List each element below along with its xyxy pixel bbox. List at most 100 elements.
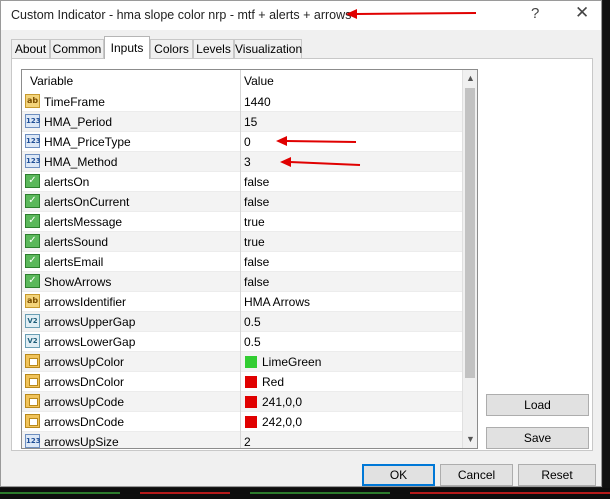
color-swatch — [245, 356, 257, 368]
variable-name: alertsOn — [44, 175, 90, 189]
help-button[interactable]: ? — [531, 5, 539, 22]
variable-value[interactable]: true — [244, 235, 265, 249]
color-icon — [25, 354, 40, 368]
variable-value[interactable]: true — [244, 215, 265, 229]
vertical-scrollbar[interactable]: ▲ ▼ — [462, 70, 477, 448]
color-swatch — [245, 416, 257, 428]
variable-value[interactable]: false — [244, 275, 269, 289]
variable-name: arrowsUpColor — [44, 355, 125, 369]
variable-name: HMA_PriceType — [44, 135, 131, 149]
scroll-up-arrow-icon[interactable]: ▲ — [463, 70, 477, 87]
table-row[interactable]: ab arrowsIdentifier HMA Arrows — [22, 292, 462, 312]
scroll-thumb[interactable] — [465, 88, 475, 378]
table-row[interactable]: ✓ alertsEmail false — [22, 252, 462, 272]
ok-button[interactable]: OK — [362, 464, 435, 486]
variable-value[interactable]: 0.5 — [244, 335, 261, 349]
variable-value[interactable]: Red — [262, 375, 284, 389]
color-icon — [25, 394, 40, 408]
variable-name: HMA_Method — [44, 155, 118, 169]
column-divider — [240, 70, 241, 448]
reset-button[interactable]: Reset — [518, 464, 596, 486]
variable-value[interactable]: 2 — [244, 435, 251, 448]
inputs-grid: Variable Value ab TimeFrame 1440 123 HMA_Per… — [21, 69, 478, 449]
close-button[interactable]: ✕ — [575, 3, 589, 23]
load-button[interactable]: Load — [486, 394, 589, 416]
table-row[interactable]: V2 arrowsLowerGap 0.5 — [22, 332, 462, 352]
tab-common[interactable]: Common — [50, 39, 104, 58]
variable-name: TimeFrame — [44, 95, 105, 109]
color-swatch — [245, 376, 257, 388]
tab-colors[interactable]: Colors — [150, 39, 193, 58]
boolean-icon: ✓ — [25, 214, 40, 228]
variable-value[interactable]: false — [244, 195, 269, 209]
table-row[interactable]: ✓ alertsSound true — [22, 232, 462, 252]
table-row[interactable]: ✓ alertsOnCurrent false — [22, 192, 462, 212]
tab-about[interactable]: About — [11, 39, 50, 58]
boolean-icon: ✓ — [25, 174, 40, 188]
variable-name: arrowsLowerGap — [44, 335, 136, 349]
table-row[interactable]: ✓ alertsOn false — [22, 172, 462, 192]
table-row[interactable]: arrowsDnColor Red — [22, 372, 462, 392]
table-row[interactable]: arrowsUpColor LimeGreen — [22, 352, 462, 372]
integer-icon: 123 — [25, 434, 41, 448]
ab-string-icon: ab — [25, 94, 40, 108]
annotation-arrow-title — [346, 9, 477, 19]
variable-value[interactable]: false — [244, 255, 269, 269]
variable-name: arrowsDnCode — [44, 415, 125, 429]
column-header-variable[interactable]: Variable — [30, 74, 73, 88]
ab-string-icon: ab — [25, 294, 40, 308]
table-row[interactable]: 123 arrowsUpSize 2 — [22, 432, 462, 449]
boolean-icon: ✓ — [25, 194, 40, 208]
table-row[interactable]: V2 arrowsUpperGap 0.5 — [22, 312, 462, 332]
integer-icon: 123 — [25, 134, 41, 148]
table-row[interactable]: ✓ alertsMessage true — [22, 212, 462, 232]
window-title: Custom Indicator - hma slope color nrp -… — [11, 8, 352, 22]
grid-header: Variable Value — [22, 70, 462, 93]
tab-visualization[interactable]: Visualization — [234, 39, 302, 58]
variable-name: arrowsUpSize — [44, 435, 119, 449]
boolean-icon: ✓ — [25, 254, 40, 268]
variable-value[interactable]: false — [244, 175, 269, 189]
scroll-down-arrow-icon[interactable]: ▼ — [463, 431, 477, 448]
table-row[interactable]: arrowsUpCode 241,0,0 — [22, 392, 462, 412]
table-row[interactable]: 123 HMA_Method 3 — [22, 152, 462, 172]
save-button[interactable]: Save — [486, 427, 589, 449]
boolean-icon: ✓ — [25, 274, 40, 288]
tab-levels[interactable]: Levels — [193, 39, 234, 58]
variable-name: alertsMessage — [44, 215, 123, 229]
variable-value[interactable]: LimeGreen — [262, 355, 321, 369]
variable-value[interactable]: HMA Arrows — [244, 295, 310, 309]
chart-background-right — [603, 0, 610, 499]
table-row[interactable]: ab TimeFrame 1440 — [22, 92, 462, 112]
variable-name: HMA_Period — [44, 115, 113, 129]
variable-value[interactable]: 1440 — [244, 95, 271, 109]
variable-value[interactable]: 241,0,0 — [262, 395, 302, 409]
double-icon: V2 — [25, 314, 40, 328]
column-header-value[interactable]: Value — [244, 74, 274, 88]
table-row[interactable]: ✓ ShowArrows false — [22, 272, 462, 292]
table-row[interactable]: 123 HMA_Period 15 — [22, 112, 462, 132]
integer-icon: 123 — [25, 114, 41, 128]
table-row[interactable]: 123 HMA_PriceType 0 — [22, 132, 462, 152]
color-icon — [25, 414, 40, 428]
variable-name: arrowsUpperGap — [44, 315, 136, 329]
variable-name: arrowsUpCode — [44, 395, 125, 409]
variable-name: ShowArrows — [44, 275, 112, 289]
variable-value[interactable]: 15 — [244, 115, 257, 129]
color-swatch — [245, 396, 257, 408]
variable-name: arrowsDnColor — [44, 375, 125, 389]
chart-background-bottom — [0, 488, 610, 499]
variable-value[interactable]: 3 — [244, 155, 251, 169]
annotation-arrow-price-type — [276, 136, 357, 146]
variable-name: alertsEmail — [44, 255, 104, 269]
variable-value[interactable]: 242,0,0 — [262, 415, 302, 429]
integer-icon: 123 — [25, 154, 41, 168]
title-bar: Custom Indicator - hma slope color nrp -… — [1, 1, 601, 30]
indicator-dialog: Custom Indicator - hma slope color nrp -… — [0, 0, 602, 487]
variable-value[interactable]: 0 — [244, 135, 251, 149]
tab-inputs[interactable]: Inputs — [104, 36, 150, 59]
variable-value[interactable]: 0.5 — [244, 315, 261, 329]
double-icon: V2 — [25, 334, 40, 348]
cancel-button[interactable]: Cancel — [440, 464, 513, 486]
table-row[interactable]: arrowsDnCode 242,0,0 — [22, 412, 462, 432]
